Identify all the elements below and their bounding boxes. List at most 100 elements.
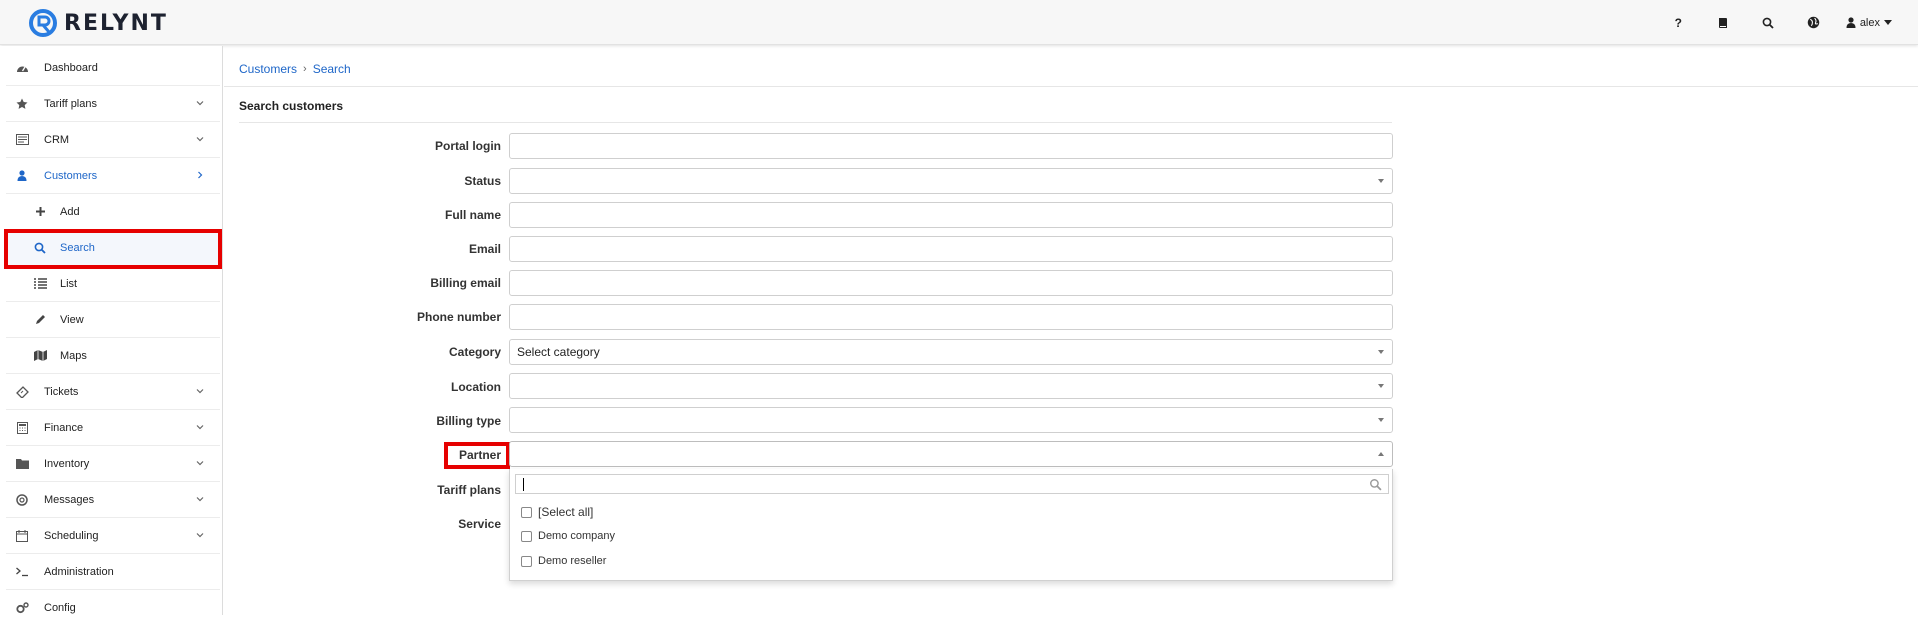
option-demo-reseller[interactable]: Demo reseller bbox=[521, 555, 606, 567]
sidebar-item-label: Config bbox=[44, 602, 76, 614]
help-icon[interactable]: ? bbox=[1656, 0, 1701, 45]
option-label: Demo reseller bbox=[538, 555, 607, 567]
checkbox[interactable] bbox=[521, 530, 532, 542]
full-name-input[interactable] bbox=[509, 202, 1393, 228]
sidebar-item-config[interactable]: Config bbox=[6, 590, 220, 626]
search-icon bbox=[1370, 479, 1382, 491]
sidebar-item-label: Maps bbox=[60, 349, 87, 362]
sidebar-item-administration[interactable]: Administration bbox=[6, 554, 220, 590]
sidebar-item-maps[interactable]: Maps bbox=[6, 338, 220, 374]
divider bbox=[239, 122, 1392, 123]
sidebar-item-messages[interactable]: Messages bbox=[6, 482, 220, 518]
sidebar-item-label: Dashboard bbox=[44, 61, 98, 74]
lifebuoy-icon bbox=[14, 493, 30, 506]
sidebar-item-label: Tariff plans bbox=[44, 97, 97, 110]
calculator-icon bbox=[14, 421, 30, 434]
book-icon[interactable] bbox=[1701, 0, 1746, 45]
partner-dropdown: [Select all] Demo company Demo reseller bbox=[509, 469, 1393, 581]
sidebar-item-label: Administration bbox=[44, 565, 114, 578]
category-value: Select category bbox=[517, 345, 600, 359]
sidebar-item-label: Search bbox=[60, 241, 95, 254]
phone-number-input[interactable] bbox=[509, 304, 1393, 330]
calendar-icon bbox=[14, 529, 30, 542]
folder-icon bbox=[14, 458, 30, 469]
search-icon bbox=[32, 242, 48, 254]
chevron-down-icon bbox=[196, 425, 204, 430]
chevron-right-icon bbox=[198, 171, 203, 179]
caret-up-icon bbox=[1378, 452, 1384, 456]
portal-login-input[interactable] bbox=[509, 133, 1393, 159]
portal-login-label: Portal login bbox=[435, 139, 501, 153]
billing-type-label: Billing type bbox=[436, 414, 501, 428]
category-label: Category bbox=[448, 345, 501, 359]
star-icon bbox=[14, 98, 30, 110]
sidebar-item-label: Finance bbox=[44, 421, 84, 434]
chevron-down-icon bbox=[196, 137, 204, 142]
chevron-down-icon bbox=[196, 461, 204, 466]
crm-icon bbox=[14, 134, 30, 145]
category-select[interactable]: Select category bbox=[509, 339, 1393, 365]
checkbox[interactable] bbox=[521, 506, 532, 518]
service-label: Service bbox=[458, 517, 501, 531]
breadcrumb: Customers › Search bbox=[239, 62, 351, 76]
option-label: Demo company bbox=[538, 530, 616, 542]
location-select[interactable] bbox=[509, 373, 1393, 399]
terminal-icon bbox=[14, 567, 30, 577]
sidebar-item-view[interactable]: View bbox=[6, 302, 220, 338]
ticket-icon bbox=[14, 385, 30, 398]
phone-number-label: Phone number bbox=[416, 310, 501, 324]
caret-down-icon bbox=[1378, 418, 1384, 422]
sidebar-item-tariff-plans[interactable]: Tariff plans bbox=[6, 86, 220, 122]
sidebar-item-inventory[interactable]: Inventory bbox=[6, 446, 220, 482]
sidebar-item-label: Customers bbox=[44, 169, 98, 182]
status-label: Status bbox=[464, 174, 501, 188]
sidebar-item-list[interactable]: List bbox=[6, 266, 220, 302]
brand-name: RELYNT bbox=[64, 10, 168, 36]
email-input[interactable] bbox=[509, 236, 1393, 262]
dashboard-icon bbox=[14, 62, 30, 74]
user-menu[interactable]: alex bbox=[1836, 0, 1918, 45]
email-label: Email bbox=[468, 242, 501, 256]
breadcrumb-customers-link[interactable]: Customers bbox=[239, 62, 297, 76]
sidebar-item-finance[interactable]: Finance bbox=[6, 410, 220, 446]
sidebar-item-tickets[interactable]: Tickets bbox=[6, 374, 220, 410]
sidebar-item-customers[interactable]: Customers bbox=[6, 158, 220, 194]
list-icon bbox=[32, 278, 48, 289]
user-icon bbox=[14, 170, 30, 181]
sidebar-item-scheduling[interactable]: Scheduling bbox=[6, 518, 220, 554]
option-select-all[interactable]: [Select all] bbox=[521, 505, 593, 519]
sidebar-item-dashboard[interactable]: Dashboard bbox=[6, 50, 220, 86]
billing-type-select[interactable] bbox=[509, 407, 1393, 433]
user-icon bbox=[1846, 17, 1856, 28]
sidebar-item-add[interactable]: Add bbox=[6, 194, 220, 230]
chevron-down-icon bbox=[196, 533, 204, 538]
breadcrumb-search-link[interactable]: Search bbox=[313, 62, 351, 76]
sidebar: Dashboard Tariff plans CRM Customers Add… bbox=[0, 46, 223, 615]
page-title: Search customers bbox=[239, 99, 344, 113]
sidebar-item-label: CRM bbox=[44, 133, 70, 146]
pencil-icon bbox=[32, 314, 48, 325]
search-icon[interactable] bbox=[1746, 0, 1791, 45]
checkbox[interactable] bbox=[521, 555, 532, 567]
status-select[interactable] bbox=[509, 168, 1393, 194]
sidebar-item-crm[interactable]: CRM bbox=[6, 122, 220, 158]
partner-search-input[interactable] bbox=[515, 474, 1389, 494]
user-name: alex bbox=[1859, 16, 1880, 29]
partner-select[interactable] bbox=[509, 441, 1393, 467]
tariff-plans-label: Tariff plans bbox=[437, 483, 501, 497]
sidebar-item-label: Inventory bbox=[44, 457, 90, 470]
full-name-label: Full name bbox=[444, 208, 501, 222]
billing-email-input[interactable] bbox=[509, 270, 1393, 296]
sidebar-item-label: Scheduling bbox=[44, 529, 99, 542]
sidebar-item-search[interactable]: Search bbox=[6, 230, 220, 266]
option-demo-company[interactable]: Demo company bbox=[521, 530, 615, 542]
billing-email-label: Billing email bbox=[430, 276, 501, 290]
caret-down-icon bbox=[1378, 350, 1384, 354]
logo[interactable]: RELYNT bbox=[28, 8, 168, 38]
sidebar-item-label: View bbox=[60, 313, 84, 326]
chevron-down-icon bbox=[1884, 20, 1892, 25]
globe-icon[interactable] bbox=[1791, 0, 1836, 45]
gears-icon bbox=[14, 602, 30, 614]
divider bbox=[224, 86, 1918, 87]
caret-down-icon bbox=[1378, 384, 1384, 388]
